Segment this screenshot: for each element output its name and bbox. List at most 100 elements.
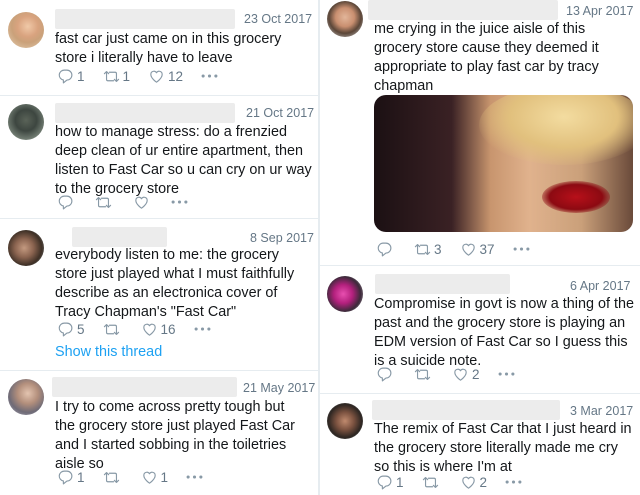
reply-count: 1 — [77, 68, 85, 84]
username-redacted — [55, 103, 235, 123]
tweet-card[interactable]: 3 Mar 2017 The remix of Fast Car that I … — [320, 394, 640, 495]
tweet-card[interactable]: 21 Oct 2017 how to manage stress: do a f… — [0, 96, 318, 219]
retweet-icon — [103, 469, 120, 486]
more-button[interactable] — [201, 73, 221, 79]
tweet-date[interactable]: 13 Apr 2017 — [566, 4, 633, 18]
retweet-icon — [103, 321, 120, 338]
avatar[interactable] — [8, 230, 44, 266]
like-button[interactable]: 12 — [148, 68, 183, 85]
tweet-card[interactable]: 13 Apr 2017 me crying in the juice aisle… — [320, 0, 640, 266]
reply-button[interactable] — [376, 241, 396, 258]
reply-icon — [376, 366, 393, 383]
avatar[interactable] — [8, 379, 44, 415]
avatar[interactable] — [327, 276, 363, 312]
heart-icon — [141, 469, 158, 486]
reply-icon — [57, 321, 74, 338]
more-dots-icon — [498, 371, 515, 377]
more-dots-icon — [505, 479, 522, 485]
tweet-card[interactable]: 8 Sep 2017 everybody listen to me: the g… — [0, 219, 318, 371]
retweet-icon — [95, 194, 112, 211]
like-count: 37 — [479, 241, 495, 257]
reply-icon — [57, 68, 74, 85]
tweet-date[interactable]: 6 Apr 2017 — [570, 279, 630, 293]
tweet-date[interactable]: 21 May 2017 — [243, 381, 315, 395]
tweet-card[interactable]: 21 May 2017 I try to come across pretty … — [0, 371, 318, 495]
like-count: 1 — [160, 469, 169, 485]
more-button[interactable] — [194, 326, 214, 332]
tweet-text: everybody listen to me: the grocery stor… — [55, 247, 295, 320]
reply-button[interactable] — [57, 194, 77, 211]
tweet-actions: 3 37 — [376, 240, 551, 258]
retweet-button[interactable]: 3 — [414, 241, 442, 258]
like-count: 12 — [168, 68, 184, 84]
show-thread-link[interactable]: Show this thread — [55, 344, 162, 360]
tweet-actions: 1 1 12 — [57, 67, 239, 85]
more-button[interactable] — [513, 246, 533, 252]
more-button[interactable] — [171, 199, 191, 205]
more-dots-icon — [186, 474, 203, 480]
avatar[interactable] — [327, 403, 363, 439]
avatar[interactable] — [8, 12, 44, 48]
retweet-button[interactable]: 1 — [103, 68, 131, 85]
like-button[interactable]: 2 — [460, 474, 488, 491]
tweet-date[interactable]: 23 Oct 2017 — [244, 12, 312, 26]
tweet-text: The remix of Fast Car that I just heard … — [374, 421, 632, 475]
right-column: 13 Apr 2017 me crying in the juice aisle… — [320, 0, 640, 495]
username-redacted — [368, 0, 558, 20]
like-button[interactable]: 2 — [452, 366, 480, 383]
media-lips — [542, 181, 610, 213]
tweet-text: fast car just came on in this grocery st… — [55, 31, 282, 66]
like-button[interactable] — [133, 194, 153, 211]
like-count: 2 — [479, 474, 488, 490]
reply-button[interactable]: 5 — [57, 321, 85, 338]
retweet-button[interactable] — [103, 321, 123, 338]
like-button[interactable]: 37 — [460, 241, 495, 258]
reply-icon — [376, 241, 393, 258]
retweet-button[interactable] — [95, 194, 115, 211]
tweet-date[interactable]: 21 Oct 2017 — [246, 106, 314, 120]
heart-icon — [148, 68, 165, 85]
tweet-media-image[interactable] — [374, 95, 633, 232]
reply-button[interactable] — [376, 366, 396, 383]
retweet-button[interactable] — [103, 469, 123, 486]
reply-count: 5 — [77, 321, 85, 337]
username-redacted — [55, 9, 235, 29]
more-button[interactable] — [498, 371, 518, 377]
tweet-actions: 1 1 — [57, 468, 224, 486]
tweet-text: how to manage stress: do a frenzied deep… — [55, 124, 312, 197]
tweet-card[interactable]: 23 Oct 2017 fast car just came on in thi… — [0, 0, 318, 96]
tweet-text: me crying in the juice aisle of this gro… — [374, 21, 599, 94]
tweet-date[interactable]: 3 Mar 2017 — [570, 404, 633, 418]
media-hair — [479, 95, 633, 165]
retweet-icon — [103, 68, 120, 85]
heart-icon — [452, 366, 469, 383]
retweet-count: 1 — [122, 68, 131, 84]
more-button[interactable] — [505, 479, 525, 485]
reply-button[interactable]: 1 — [57, 68, 85, 85]
more-button[interactable] — [186, 474, 206, 480]
heart-icon — [133, 194, 150, 211]
tweet-actions: 2 — [376, 365, 536, 383]
reply-icon — [376, 474, 393, 491]
like-count: 16 — [160, 321, 176, 337]
like-button[interactable]: 1 — [141, 469, 169, 486]
username-redacted — [52, 377, 237, 397]
tweet-card[interactable]: 6 Apr 2017 Compromise in govt is now a t… — [320, 266, 640, 394]
reply-button[interactable]: 1 — [57, 469, 85, 486]
username-redacted — [372, 400, 560, 420]
avatar[interactable] — [8, 104, 44, 140]
username-redacted — [72, 227, 167, 247]
retweet-button[interactable] — [422, 474, 442, 491]
reply-count: 1 — [77, 469, 85, 485]
more-dots-icon — [513, 246, 530, 252]
reply-count: 1 — [396, 474, 404, 490]
tweet-date[interactable]: 8 Sep 2017 — [250, 231, 314, 245]
retweet-icon — [414, 241, 431, 258]
heart-icon — [141, 321, 158, 338]
retweet-button[interactable] — [414, 366, 434, 383]
like-button[interactable]: 16 — [141, 321, 176, 338]
tweet-actions — [57, 193, 209, 211]
tweet-actions: 1 2 — [376, 473, 543, 491]
avatar[interactable] — [327, 1, 363, 37]
reply-button[interactable]: 1 — [376, 474, 404, 491]
